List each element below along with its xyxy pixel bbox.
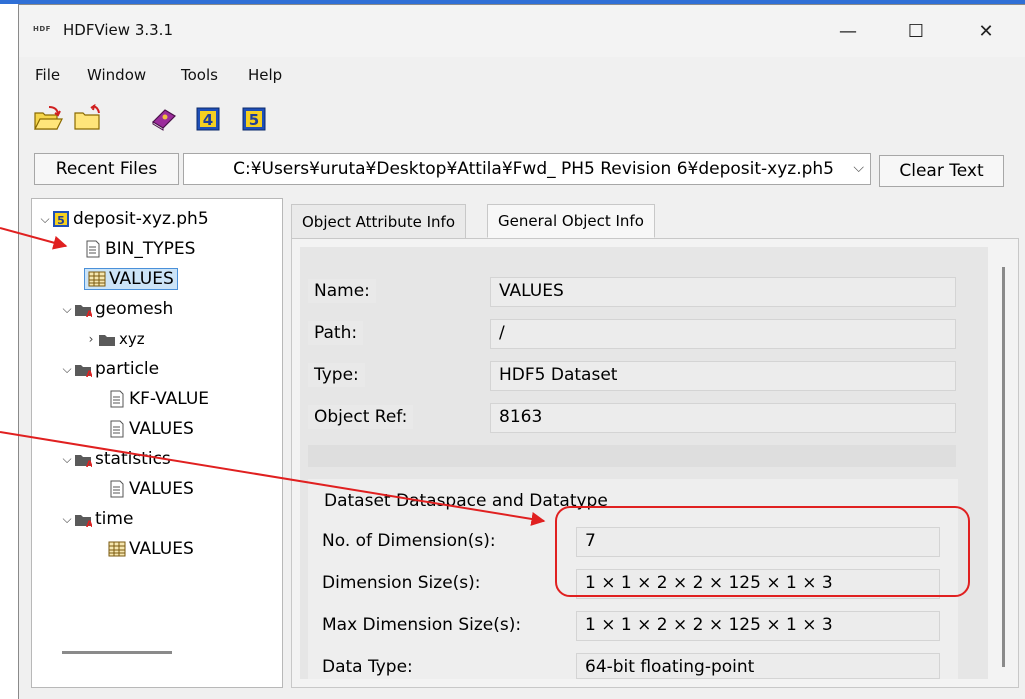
chevron-down-icon[interactable]: ⌵: [60, 512, 74, 527]
general-info-content: Name: VALUES Path: / Type: HDF5 Dataset …: [300, 247, 988, 679]
table-dataset-icon: [108, 540, 126, 558]
window-title: HDFView 3.3.1: [63, 21, 173, 39]
tree-label-time: time: [95, 509, 134, 529]
tree-label-time-values: VALUES: [129, 539, 194, 559]
tree-label-particle-values: VALUES: [129, 419, 194, 439]
hdf5-icon[interactable]: 5: [239, 104, 267, 132]
svg-text:A: A: [86, 520, 92, 528]
tab-general-object-info[interactable]: General Object Info: [487, 204, 655, 238]
tree-node-geomesh[interactable]: ⌵ A geomesh: [60, 297, 173, 321]
menu-window[interactable]: Window: [87, 66, 146, 84]
tree-horizontal-scrollbar[interactable]: [62, 651, 172, 654]
tree-node-particle[interactable]: ⌵ A particle: [60, 357, 159, 381]
svg-text:5: 5: [57, 214, 65, 227]
tree-node-statistics[interactable]: ⌵ A statistics: [60, 447, 171, 471]
tree-node-statistics-values[interactable]: VALUES: [108, 477, 194, 501]
separator-bar: [308, 445, 956, 467]
dtype-label: Data Type:: [322, 657, 413, 677]
file-path-combo[interactable]: C:¥Users¥uruta¥Desktop¥Attila¥Fwd_ PH5 R…: [183, 153, 871, 185]
app-logo-icon: HDF: [33, 25, 51, 33]
chevron-down-icon[interactable]: ⌵: [60, 362, 74, 377]
name-label: Name:: [308, 279, 376, 303]
tree-node-kf-value[interactable]: KF-VALUE: [108, 387, 209, 411]
tree-node-values-selected[interactable]: VALUES: [84, 267, 178, 291]
new-folder-icon[interactable]: [73, 103, 101, 132]
clear-text-button[interactable]: Clear Text: [879, 155, 1004, 187]
info-panel: Object Attribute Info General Object Inf…: [291, 198, 1019, 688]
dataspace-group-title: Dataset Dataspace and Datatype: [324, 491, 608, 511]
tree-label-kf-value: KF-VALUE: [129, 389, 210, 409]
tree-label-root: deposit-xyz.ph5: [73, 209, 209, 229]
help-book-icon[interactable]: [149, 104, 177, 132]
type-label: Type:: [308, 363, 365, 387]
maxdim-value: 1 × 1 × 2 × 2 × 125 × 1 × 3: [576, 611, 940, 641]
path-label: Path:: [308, 321, 364, 345]
tree-node-bin-types[interactable]: BIN_TYPES: [84, 237, 195, 261]
chevron-down-icon[interactable]: ⌵: [60, 452, 74, 467]
tree-node-particle-values[interactable]: VALUES: [108, 417, 194, 441]
text-dataset-icon: [108, 420, 126, 438]
recent-files-button[interactable]: Recent Files: [34, 153, 179, 185]
title-bar: HDF HDFView 3.3.1 — ☐ ✕: [19, 5, 1025, 57]
hdf4-icon-label: 4: [203, 111, 213, 129]
hdf5-file-icon: 5: [52, 210, 70, 228]
chevron-down-icon[interactable]: ⌵: [38, 212, 52, 227]
maximize-button[interactable]: ☐: [894, 13, 938, 49]
general-info-body: Name: VALUES Path: / Type: HDF5 Dataset …: [291, 238, 1019, 688]
open-folder-icon[interactable]: [33, 104, 63, 132]
table-dataset-icon: [88, 270, 106, 288]
svg-text:A: A: [86, 310, 92, 318]
chevron-down-icon[interactable]: ⌵: [60, 302, 74, 317]
tree-node-root[interactable]: ⌵ 5 deposit-xyz.ph5: [38, 207, 209, 231]
tab-object-attribute-info[interactable]: Object Attribute Info: [291, 204, 467, 238]
close-button[interactable]: ✕: [964, 13, 1008, 49]
chevron-right-icon[interactable]: ›: [84, 332, 98, 346]
tree-node-time[interactable]: ⌵ A time: [60, 507, 133, 531]
svg-text:A: A: [86, 460, 92, 468]
tree-label-particle: particle: [95, 359, 160, 379]
group-folder-icon: A: [74, 300, 93, 320]
group-folder-icon: A: [74, 360, 93, 380]
maxdim-label: Max Dimension Size(s):: [322, 615, 522, 635]
dtype-value: 64-bit floating-point: [576, 653, 940, 679]
menu-file[interactable]: File: [35, 66, 60, 84]
hdfview-window: HDF HDFView 3.3.1 — ☐ ✕ File Window Tool…: [18, 4, 1025, 699]
name-value: VALUES: [490, 277, 956, 307]
dimsize-value: 1 × 1 × 2 × 2 × 125 × 1 × 3: [576, 569, 940, 599]
ndims-label: No. of Dimension(s):: [322, 531, 496, 551]
tree-node-xyz[interactable]: › xyz: [84, 327, 145, 351]
tree-label-geomesh: geomesh: [95, 299, 174, 319]
folder-icon: [98, 330, 116, 348]
tree-selection: VALUES: [84, 268, 178, 290]
group-folder-icon: A: [74, 510, 93, 530]
file-path-value: C:¥Users¥uruta¥Desktop¥Attila¥Fwd_ PH5 R…: [233, 159, 834, 179]
menu-help[interactable]: Help: [248, 66, 282, 84]
path-value: /: [490, 319, 956, 349]
svg-text:A: A: [86, 370, 92, 378]
ndims-value: 7: [576, 527, 940, 557]
type-value: HDF5 Dataset: [490, 361, 956, 391]
object-ref-label: Object Ref:: [308, 405, 414, 429]
tree-label-bin-types: BIN_TYPES: [105, 239, 196, 259]
text-dataset-icon: [108, 390, 126, 408]
minimize-button[interactable]: —: [826, 13, 870, 49]
hdf4-icon[interactable]: 4: [193, 104, 221, 132]
hdf5-icon-label: 5: [249, 111, 259, 129]
dimsize-label: Dimension Size(s):: [322, 573, 481, 593]
info-vertical-scrollbar[interactable]: [1002, 267, 1005, 667]
tree-label-statistics-values: VALUES: [129, 479, 194, 499]
tree-label-statistics: statistics: [95, 449, 171, 469]
chevron-down-icon[interactable]: ⌵: [853, 160, 864, 176]
tree-node-time-values[interactable]: VALUES: [108, 537, 194, 561]
tree-label-values-root: VALUES: [109, 269, 174, 289]
object-ref-value: 8163: [490, 403, 956, 433]
tree-view: ⌵ 5 deposit-xyz.ph5 BIN_TYPES VALUES ⌵ g…: [31, 198, 283, 688]
text-dataset-icon: [108, 480, 126, 498]
text-dataset-icon: [84, 240, 102, 258]
menu-tools[interactable]: Tools: [181, 66, 218, 84]
group-folder-icon: A: [74, 450, 93, 470]
dataspace-group: Dataset Dataspace and Datatype No. of Di…: [308, 479, 958, 679]
tree-label-xyz: xyz: [119, 330, 145, 348]
